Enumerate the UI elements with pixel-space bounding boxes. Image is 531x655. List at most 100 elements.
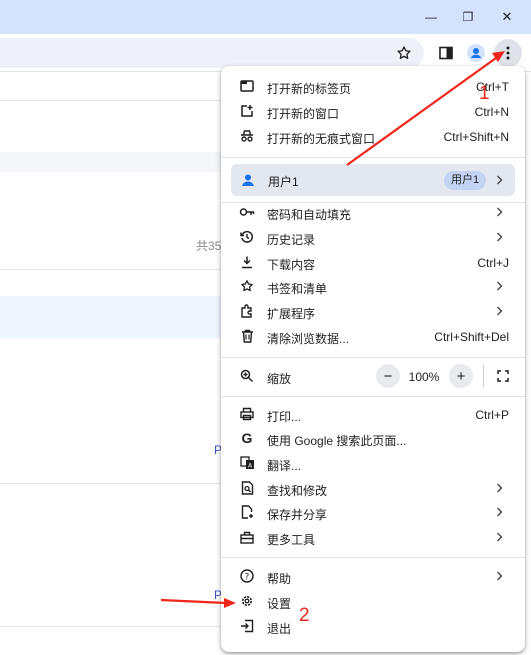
zoom-level: 100% xyxy=(408,370,440,384)
title-bar: — ❐ ✕ xyxy=(0,0,531,34)
annotation-label-2: 2 xyxy=(299,605,310,626)
address-bar[interactable] xyxy=(0,38,424,68)
trash-icon xyxy=(239,328,255,344)
menu-item-label: 打开新的窗口 xyxy=(267,107,340,121)
menu-item-find-edit[interactable]: 查找和修改 xyxy=(221,476,525,501)
menu-item-shortcut: Ctrl+P xyxy=(475,408,509,422)
menu-item-label: 翻译... xyxy=(267,459,302,473)
toolbox-icon xyxy=(239,529,255,545)
zoom-icon xyxy=(239,368,255,384)
page-divider xyxy=(0,269,225,270)
menu-item-exit[interactable]: 退出 xyxy=(221,614,525,639)
chevron-right-icon xyxy=(493,504,505,520)
menu-item-incognito[interactable]: 打开新的无痕式窗口 Ctrl+Shift+N xyxy=(221,124,525,149)
profile-button[interactable] xyxy=(464,41,488,65)
menu-item-label: 书签和清单 xyxy=(267,282,328,296)
menu-item-label: 打印... xyxy=(267,410,302,424)
zoom-in-button[interactable]: + xyxy=(449,364,473,388)
menu-item-label: 密码和自动填充 xyxy=(267,208,352,222)
menu-item-extensions[interactable]: 扩展程序 xyxy=(221,299,525,324)
menu-item-label: 打开新的无痕式窗口 xyxy=(267,132,376,146)
fullscreen-button[interactable] xyxy=(491,364,515,388)
menu-item-label: 退出 xyxy=(267,622,292,636)
menu-item-shortcut: Ctrl+N xyxy=(474,105,509,119)
close-button[interactable]: ✕ xyxy=(489,0,525,34)
chevron-right-icon xyxy=(493,568,505,584)
menu-item-label: 扩展程序 xyxy=(267,307,316,321)
download-icon xyxy=(239,254,255,270)
incognito-icon xyxy=(239,128,255,144)
menu-item-downloads[interactable]: 下载内容 Ctrl+J xyxy=(221,250,525,275)
menu-item-help[interactable]: ? 帮助 xyxy=(221,564,525,589)
menu-item-profile[interactable]: 用户1 用户1 xyxy=(231,164,515,196)
chrome-main-menu: 打开新的标签页 Ctrl+T 打开新的窗口 Ctrl+N 打开新的无痕式窗口 C… xyxy=(221,66,525,652)
find-icon xyxy=(239,480,255,496)
zoom-out-button[interactable]: − xyxy=(376,364,400,388)
menu-separator xyxy=(221,357,525,358)
menu-item-label: 查找和修改 xyxy=(267,484,328,498)
menu-item-label: 使用 Google 搜索此页面... xyxy=(267,434,407,448)
chevron-right-icon xyxy=(493,529,505,545)
zoom-divider xyxy=(483,365,484,387)
avatar-icon xyxy=(467,44,485,62)
menu-item-shortcut: Ctrl+Shift+Del xyxy=(434,330,509,344)
page-selected-row xyxy=(0,296,225,338)
close-icon: ✕ xyxy=(501,9,513,24)
page-divider xyxy=(0,626,225,627)
menu-item-translate[interactable]: A 翻译... xyxy=(221,451,525,476)
menu-item-label: 下载内容 xyxy=(267,258,316,272)
menu-item-label: 历史记录 xyxy=(267,233,316,247)
minimize-icon: — xyxy=(425,10,437,24)
exit-icon xyxy=(239,618,255,634)
help-icon: ? xyxy=(239,568,255,584)
maximize-button[interactable]: ❐ xyxy=(450,0,486,34)
menu-button[interactable] xyxy=(494,39,522,67)
menu-item-settings[interactable]: 设置 xyxy=(221,589,525,614)
menu-item-clear-data[interactable]: 清除浏览数据... Ctrl+Shift+Del xyxy=(221,324,525,349)
chevron-right-icon xyxy=(493,480,505,496)
bookmark-star-button[interactable] xyxy=(392,41,416,65)
menu-item-label: 保存并分享 xyxy=(267,508,328,522)
translate-icon: A xyxy=(239,455,255,471)
zoom-control: 缩放 − 100% + xyxy=(221,362,525,390)
star-icon xyxy=(239,278,255,294)
more-vert-icon xyxy=(506,46,510,60)
menu-item-shortcut: Ctrl+J xyxy=(477,256,509,270)
menu-item-more-tools[interactable]: 更多工具 xyxy=(221,525,525,550)
fullscreen-icon xyxy=(497,370,509,382)
menu-item-history[interactable]: 历史记录 xyxy=(221,225,525,250)
chevron-right-icon xyxy=(493,278,505,294)
menu-separator xyxy=(221,157,525,158)
svg-text:?: ? xyxy=(245,572,250,582)
side-panel-icon xyxy=(439,46,453,60)
print-icon xyxy=(239,406,255,422)
page-count-text: 共35 xyxy=(196,239,222,253)
key-icon xyxy=(239,204,255,220)
new-tab-icon xyxy=(239,78,255,94)
menu-item-print[interactable]: 打印... Ctrl+P xyxy=(221,402,525,427)
profile-name-badge: 用户1 xyxy=(444,171,487,190)
chevron-right-icon xyxy=(493,303,505,319)
minimize-button[interactable]: — xyxy=(413,0,449,34)
menu-item-shortcut: Ctrl+Shift+N xyxy=(443,130,509,144)
page-header-band xyxy=(0,152,225,172)
new-window-icon xyxy=(239,103,255,119)
star-outline-icon xyxy=(397,46,411,59)
restore-icon: ❐ xyxy=(462,10,474,24)
menu-item-save-share[interactable]: 保存并分享 xyxy=(221,500,525,525)
save-share-icon xyxy=(239,504,255,520)
menu-item-passwords[interactable]: 密码和自动填充 xyxy=(221,200,525,225)
menu-item-label: 更多工具 xyxy=(267,533,316,547)
menu-item-label: 用户1 xyxy=(268,175,299,189)
menu-item-label: 打开新的标签页 xyxy=(267,82,352,96)
menu-item-label: 设置 xyxy=(267,597,292,611)
menu-item-bookmarks[interactable]: 书签和清单 xyxy=(221,274,525,299)
menu-separator xyxy=(221,557,525,558)
annotation-label-1: 1 xyxy=(479,83,490,104)
side-panel-button[interactable] xyxy=(434,41,458,65)
chevron-right-icon xyxy=(493,229,505,245)
zoom-label: 缩放 xyxy=(267,372,292,386)
menu-item-google-search[interactable]: G 使用 Google 搜索此页面... xyxy=(221,426,525,451)
history-icon xyxy=(239,229,255,245)
menu-item-label: 清除浏览数据... xyxy=(267,332,350,346)
